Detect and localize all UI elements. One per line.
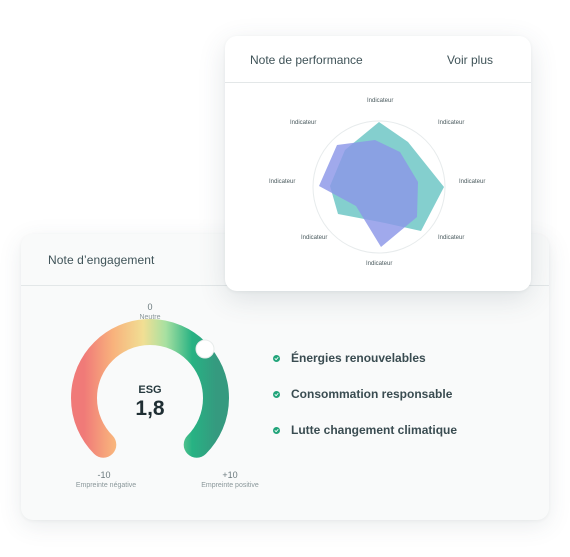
gauge-esg-label: ESG xyxy=(138,384,162,396)
radar-axis-label: Indicateur xyxy=(366,261,392,267)
radar-axis-label: Indicateur xyxy=(438,235,464,241)
radar-axis-label: Indicateur xyxy=(290,120,316,126)
criteria-label: Énergies renouvelables xyxy=(291,351,426,365)
radar-axis-label: Indicateur xyxy=(459,179,485,185)
list-item: Énergies renouvelables xyxy=(273,349,457,367)
gauge-max-label: Empreinte positive xyxy=(201,482,259,489)
esg-gauge: 0 Neutre ESG 1,8 -10 Empreinte négative … xyxy=(43,296,273,506)
check-icon xyxy=(273,354,280,362)
radar-axis-label: Indicateur xyxy=(438,120,464,126)
engagement-criteria-list: Énergies renouvelables Consommation resp… xyxy=(273,349,457,457)
list-item: Consommation responsable xyxy=(273,385,457,403)
criteria-label: Lutte changement climatique xyxy=(291,423,458,437)
radar-chart: Indicateur Indicateur Indicateur Indicat… xyxy=(269,98,485,267)
performance-card-title: Note de performance xyxy=(250,53,363,67)
radar-axis-label: Indicateur xyxy=(269,179,295,185)
gauge-min-label: Empreinte négative xyxy=(75,482,137,489)
radar-axis-label: Indicateur xyxy=(301,235,327,241)
gauge-esg-value: 1,8 xyxy=(135,397,165,420)
check-icon xyxy=(273,390,280,398)
page: Note d’engagement 0 Neutre ESG 1,8 -10 E… xyxy=(0,0,570,557)
engagement-card-title: Note d’engagement xyxy=(48,253,155,267)
performance-card: Note de performance Voir plus Indicateur… xyxy=(225,36,531,291)
check-icon xyxy=(273,426,280,434)
gauge-min-value: -10 xyxy=(97,470,111,480)
list-item: Lutte changement climatique xyxy=(273,421,457,439)
gauge-max-value: +10 xyxy=(222,470,238,480)
see-more-link[interactable]: Voir plus xyxy=(447,53,493,67)
radar-axis-label: Indicateur xyxy=(367,98,393,104)
criteria-label: Consommation responsable xyxy=(291,387,453,401)
gauge-indicator-knob xyxy=(195,339,215,359)
performance-card-header: Note de performance Voir plus xyxy=(225,36,531,83)
